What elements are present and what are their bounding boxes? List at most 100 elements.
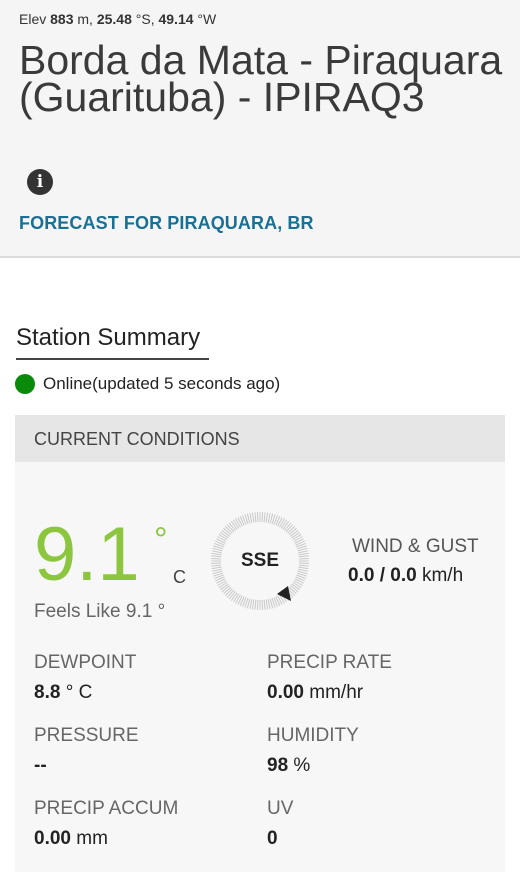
compass-tick [298, 550, 309, 554]
current-conditions-title: CURRENT CONDITIONS [34, 429, 240, 449]
humidity-value: 98 % [267, 755, 310, 777]
temperature-unit: C [173, 567, 186, 587]
summary-underline [16, 358, 209, 360]
compass-tick [251, 512, 255, 523]
precip-accum-number: 0.00 [34, 828, 71, 849]
compass-tick [232, 519, 240, 529]
dewpoint-value: 8.8 ° C [34, 682, 92, 704]
compass-tick [293, 536, 303, 542]
compass-tick [298, 566, 309, 570]
compass-tick [218, 533, 228, 541]
compass-tick [211, 550, 222, 554]
compass-tick [293, 580, 303, 586]
current-conditions-panel: CURRENT CONDITIONS 9.1 ° C Feels Like 9.… [15, 415, 505, 872]
compass-tick [279, 518, 285, 528]
compass-tick [298, 568, 309, 572]
latitude-value: 25.48 [96, 11, 132, 27]
compass-tick [232, 593, 240, 603]
feels-like: Feels Like 9.1 ° [34, 601, 166, 622]
wind-speed: 0.0 [348, 565, 375, 586]
station-summary-heading: Station Summary [16, 324, 201, 351]
precip-rate-value: 0.00 mm/hr [267, 682, 363, 704]
compass-tick [298, 555, 309, 558]
pressure-number: -- [34, 755, 47, 776]
humidity-number: 98 [267, 755, 289, 776]
compass-tick [249, 599, 253, 610]
dewpoint-unit: ° C [65, 682, 93, 703]
compass-tick [280, 519, 288, 529]
compass-tick [211, 557, 222, 560]
station-title: Borda da Mata - Piraquara (Guarituba) - … [19, 37, 503, 120]
wind-gust-value: 0.0 / 0.0 km/h [348, 565, 463, 587]
compass-tick [211, 566, 222, 570]
wind-gust-label: WIND & GUST [352, 536, 479, 557]
longitude-value: 49.14 [158, 11, 194, 27]
compass-tick [263, 599, 266, 610]
compass-tick [267, 512, 271, 523]
dewpoint-number: 8.8 [34, 682, 61, 703]
dewpoint-label: DEWPOINT [34, 652, 137, 673]
compass-tick [261, 599, 264, 610]
compass-tick [298, 564, 309, 567]
compass-tick [282, 521, 290, 530]
compass-tick [261, 512, 264, 523]
precip-rate-number: 0.00 [267, 682, 304, 703]
precip-rate-label: PRECIP RATE [267, 652, 392, 673]
compass-tick [265, 599, 269, 610]
compass-tick [263, 512, 266, 523]
precip-accum-unit: mm [76, 828, 108, 849]
compass-tick [235, 594, 241, 604]
humidity-unit: % [293, 755, 311, 776]
compass-tick [218, 581, 228, 589]
wind-unit: km/h [421, 565, 464, 586]
elev-prefix: Elev [19, 11, 47, 27]
uv-value: 0 [267, 828, 278, 850]
elev-value: 883 [50, 11, 74, 27]
pressure-value: -- [34, 755, 47, 777]
compass-tick [220, 531, 229, 539]
compass-tick [298, 552, 309, 556]
compass-tick [291, 531, 300, 539]
status-text: Online(updated 5 seconds ago) [43, 374, 281, 393]
longitude-unit: °W [197, 11, 217, 27]
forecast-link[interactable]: FORECAST FOR PIRAQUARA, BR [19, 213, 314, 234]
compass-tick [217, 536, 227, 542]
temperature-value: 9.1 [34, 512, 140, 597]
compass-tick [211, 568, 222, 572]
info-icon[interactable]: i [27, 169, 53, 195]
latitude-unit: °S, [135, 11, 155, 27]
compass-tick [291, 583, 300, 591]
compass-tick [211, 552, 222, 556]
compass-tick [211, 564, 222, 567]
current-conditions-header: CURRENT CONDITIONS [15, 415, 505, 462]
uv-label: UV [267, 798, 294, 819]
compass-tick [235, 518, 241, 528]
uv-number: 0 [267, 828, 278, 849]
temperature-degree: ° [154, 521, 168, 559]
station-header: Elev 883 m, 25.48 °S, 49.14 °W Borda da … [0, 0, 520, 258]
precip-rate-unit: mm/hr [309, 682, 364, 703]
gust-speed: 0.0 [390, 565, 417, 586]
compass-tick [267, 599, 271, 610]
wind-separator: / [379, 565, 385, 586]
compass-tick [256, 512, 259, 523]
compass-tick [211, 555, 222, 558]
compass-tick [292, 581, 302, 589]
compass-tick [217, 580, 227, 586]
precip-accum-label: PRECIP ACCUM [34, 798, 179, 819]
elev-unit: m, [77, 11, 93, 27]
compass-tick [256, 599, 259, 610]
compass-tick [220, 583, 229, 591]
compass-tick [254, 599, 257, 610]
compass-tick [254, 512, 257, 523]
compass-direction: SSE [241, 550, 279, 571]
humidity-label: HUMIDITY [267, 725, 359, 746]
compass-tick [230, 521, 238, 530]
online-status-icon [15, 374, 35, 394]
precip-accum-value: 0.00 mm [34, 828, 108, 850]
compass-tick [265, 512, 269, 523]
pressure-label: PRESSURE [34, 725, 139, 746]
compass-tick [298, 562, 309, 565]
compass-tick [251, 599, 255, 610]
wind-compass: SSE [211, 512, 309, 610]
